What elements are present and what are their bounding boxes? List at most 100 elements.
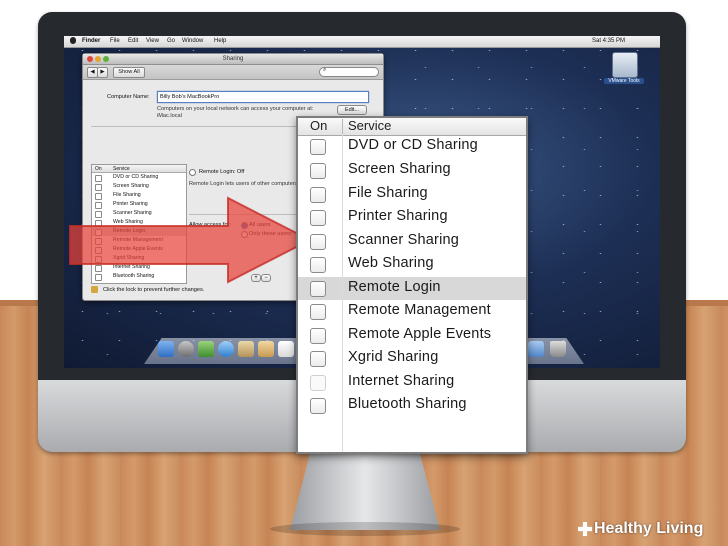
allow-access-label: Allow access for: [189, 222, 231, 228]
checkbox[interactable] [95, 265, 102, 272]
lock-hint: Click the lock to prevent further change… [103, 287, 205, 293]
computer-hostname: iMac.local [157, 113, 182, 119]
forward-arrow-icon[interactable]: ▶ [97, 67, 108, 78]
trash-icon[interactable] [550, 341, 566, 357]
window-title: Sharing [222, 56, 244, 62]
menu-edit[interactable]: Edit [128, 38, 138, 44]
show-all-button[interactable]: Show All [113, 67, 145, 78]
checkbox[interactable] [310, 234, 326, 250]
checkbox[interactable] [310, 281, 326, 297]
checkbox[interactable] [95, 229, 102, 236]
checkbox[interactable] [95, 256, 102, 263]
remote-login-description: Remote Login lets users of other compute… [189, 181, 298, 187]
service-row-remote-login[interactable]: Remote Login [298, 277, 526, 300]
safari-icon[interactable] [218, 341, 234, 357]
checkbox[interactable] [95, 184, 102, 191]
service-row-printer-sharing[interactable]: Printer Sharing [298, 206, 526, 229]
checkbox[interactable] [310, 351, 326, 367]
computer-name-field[interactable]: Billy Bob's MacBookPro [157, 91, 369, 103]
menu-go[interactable]: Go [167, 38, 175, 44]
menu-finder[interactable]: Finder [82, 38, 100, 44]
service-row[interactable]: Xgrid Sharing [92, 254, 186, 263]
lock-icon[interactable] [91, 286, 98, 293]
vmware-tools-desktop-icon[interactable]: VMware Tools [604, 52, 644, 94]
menu-view[interactable]: View [146, 38, 159, 44]
menu-window[interactable]: Window [182, 38, 203, 44]
service-row-selected[interactable]: Remote Login [92, 227, 186, 236]
menu-help[interactable]: Help [214, 38, 226, 44]
search-input[interactable]: ⌕ [319, 67, 379, 77]
menubar-clock[interactable]: Sat 4:35 PM [592, 38, 625, 44]
launchpad-icon[interactable] [178, 341, 194, 357]
checkbox[interactable] [310, 257, 326, 273]
checkbox[interactable] [310, 210, 326, 226]
checkbox[interactable] [95, 211, 102, 218]
menu-bar: Finder File Edit View Go Window Help Sat… [64, 36, 660, 48]
mail-icon[interactable] [238, 341, 254, 357]
checkbox[interactable] [310, 163, 326, 179]
computer-name-hint: Computers on your local network can acce… [157, 106, 314, 112]
vmware-tools-icon [612, 52, 638, 78]
contacts-icon[interactable] [258, 341, 274, 357]
remove-user-button[interactable]: − [261, 274, 271, 282]
checkbox[interactable] [310, 187, 326, 203]
apple-icon[interactable] [70, 37, 76, 44]
checkbox[interactable] [310, 304, 326, 320]
service-row-xgrid-sharing[interactable]: Xgrid Sharing [298, 347, 526, 370]
column-service[interactable]: Service [348, 118, 391, 133]
service-row-web-sharing[interactable]: Web Sharing [298, 253, 526, 276]
downloads-folder-icon[interactable] [528, 341, 544, 357]
checkbox[interactable] [310, 398, 326, 414]
service-row-dvd-cd-sharing[interactable]: DVD or CD Sharing [298, 135, 526, 158]
search-icon: ⌕ [323, 67, 327, 73]
add-user-button[interactable]: + [251, 274, 261, 282]
checkbox[interactable] [95, 175, 102, 182]
mission-control-icon[interactable] [198, 341, 214, 357]
checkbox[interactable] [310, 328, 326, 344]
remote-login-status: Remote Login: Off [199, 169, 245, 175]
service-row[interactable]: Scanner Sharing [92, 209, 186, 218]
zoomed-list-header: On Service [298, 118, 526, 136]
finder-icon[interactable] [158, 341, 174, 357]
edit-button[interactable]: Edit... [337, 105, 367, 115]
column-on[interactable]: On [310, 118, 327, 133]
checkbox[interactable] [95, 202, 102, 209]
checkbox-disabled[interactable] [310, 375, 326, 391]
service-list-header: On Service [92, 165, 186, 173]
service-row-remote-apple-events[interactable]: Remote Apple Events [298, 324, 526, 347]
menu-file[interactable]: File [110, 38, 120, 44]
status-indicator-icon [189, 169, 196, 176]
service-row-scanner-sharing[interactable]: Scanner Sharing [298, 230, 526, 253]
service-row[interactable]: Internet Sharing [92, 263, 186, 272]
all-users-label: All users [249, 222, 271, 228]
radio-all-users[interactable] [241, 222, 248, 229]
service-row[interactable]: Screen Sharing [92, 182, 186, 191]
monitor-stand [290, 450, 440, 530]
checkbox[interactable] [310, 139, 326, 155]
service-row-bluetooth-sharing[interactable]: Bluetooth Sharing [298, 394, 526, 417]
service-row-screen-sharing[interactable]: Screen Sharing [298, 159, 526, 182]
service-row[interactable]: Remote Management [92, 236, 186, 245]
checkbox[interactable] [95, 238, 102, 245]
service-row[interactable]: Remote Apple Events [92, 245, 186, 254]
radio-only-these-users[interactable] [241, 231, 248, 238]
watermark-text: Healthy Living [594, 520, 704, 537]
service-row[interactable]: Bluetooth Sharing [92, 272, 186, 281]
checkbox[interactable] [95, 274, 102, 281]
window-titlebar: Sharing [83, 54, 383, 65]
service-row[interactable]: File Sharing [92, 191, 186, 200]
service-row[interactable]: Web Sharing [92, 218, 186, 227]
calendar-icon[interactable] [278, 341, 294, 357]
window-toolbar: ◀ ▶ Show All ⌕ [83, 65, 383, 80]
service-row-remote-management[interactable]: Remote Management [298, 300, 526, 323]
service-list: On Service DVD or CD Sharing Screen Shar… [91, 164, 187, 284]
checkbox[interactable] [95, 193, 102, 200]
healthy-living-watermark: Healthy Living [578, 520, 704, 542]
service-row-internet-sharing[interactable]: Internet Sharing [298, 371, 526, 394]
service-row-file-sharing[interactable]: File Sharing [298, 183, 526, 206]
service-row[interactable]: Printer Sharing [92, 200, 186, 209]
zoomed-service-list: On Service DVD or CD Sharing Screen Shar… [296, 116, 528, 454]
service-row[interactable]: DVD or CD Sharing [92, 173, 186, 182]
checkbox[interactable] [95, 220, 102, 227]
checkbox[interactable] [95, 247, 102, 254]
